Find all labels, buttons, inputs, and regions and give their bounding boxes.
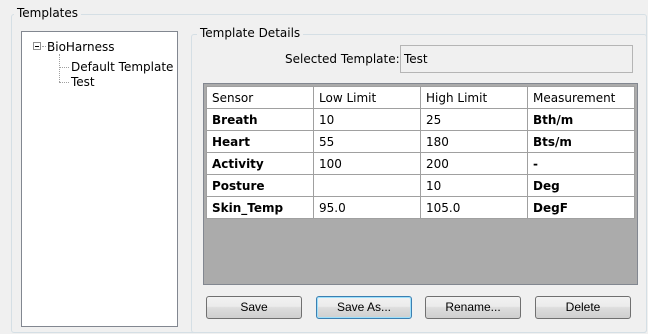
column-header-sensor[interactable]: Sensor bbox=[206, 86, 314, 109]
tree-connector bbox=[59, 67, 69, 68]
low-limit-cell[interactable]: 10 bbox=[313, 108, 421, 131]
column-header-low-limit[interactable]: Low Limit bbox=[313, 86, 421, 109]
measurement-cell[interactable]: DegF bbox=[527, 196, 635, 219]
tree-item-bioharness[interactable]: BioHarness bbox=[47, 40, 115, 54]
tree-connector bbox=[42, 46, 46, 47]
table-row[interactable]: Heart 55 180 Bts/m bbox=[206, 130, 635, 153]
table-header-row: Sensor Low Limit High Limit Measurement bbox=[206, 86, 635, 109]
selected-template-field[interactable]: Test bbox=[400, 45, 633, 73]
low-limit-cell[interactable]: 100 bbox=[313, 152, 421, 175]
low-limit-cell[interactable]: 95.0 bbox=[313, 196, 421, 219]
template-details-group-title: Template Details bbox=[197, 26, 304, 40]
tree-item-default-template[interactable]: Default Template bbox=[71, 60, 173, 74]
high-limit-cell[interactable]: 105.0 bbox=[420, 196, 528, 219]
table-row[interactable]: Activity 100 200 - bbox=[206, 152, 635, 175]
high-limit-cell[interactable]: 180 bbox=[420, 130, 528, 153]
rename-button[interactable]: Rename... bbox=[425, 296, 521, 319]
high-limit-cell[interactable]: 10 bbox=[420, 174, 528, 197]
high-limit-cell[interactable]: 25 bbox=[420, 108, 528, 131]
sensor-cell[interactable]: Skin_Temp bbox=[206, 196, 314, 219]
low-limit-cell[interactable] bbox=[313, 174, 421, 197]
column-header-high-limit[interactable]: High Limit bbox=[420, 86, 528, 109]
save-as-button[interactable]: Save As... bbox=[316, 296, 412, 319]
collapse-icon[interactable] bbox=[33, 42, 41, 50]
sensor-cell[interactable]: Breath bbox=[206, 108, 314, 131]
tree-connector bbox=[59, 54, 60, 82]
table-row[interactable]: Breath 10 25 Bth/m bbox=[206, 108, 635, 131]
measurement-cell[interactable]: Deg bbox=[527, 174, 635, 197]
low-limit-cell[interactable]: 55 bbox=[313, 130, 421, 153]
sensor-limits-table: Sensor Low Limit High Limit Measurement … bbox=[206, 86, 635, 219]
column-header-measurement[interactable]: Measurement bbox=[527, 86, 635, 109]
templates-group-title: Templates bbox=[14, 6, 82, 20]
sensor-cell[interactable]: Heart bbox=[206, 130, 314, 153]
tree-connector bbox=[59, 82, 69, 83]
measurement-cell[interactable]: Bth/m bbox=[527, 108, 635, 131]
sensor-cell[interactable]: Posture bbox=[206, 174, 314, 197]
sensor-cell[interactable]: Activity bbox=[206, 152, 314, 175]
delete-button[interactable]: Delete bbox=[535, 296, 631, 319]
template-tree[interactable]: BioHarness Default Template Test bbox=[21, 31, 178, 327]
table-row[interactable]: Posture 10 Deg bbox=[206, 174, 635, 197]
measurement-cell[interactable]: - bbox=[527, 152, 635, 175]
measurement-cell[interactable]: Bts/m bbox=[527, 130, 635, 153]
sensor-limits-grid[interactable]: Sensor Low Limit High Limit Measurement … bbox=[203, 83, 638, 285]
high-limit-cell[interactable]: 200 bbox=[420, 152, 528, 175]
table-row[interactable]: Skin_Temp 95.0 105.0 DegF bbox=[206, 196, 635, 219]
selected-template-label: Selected Template: bbox=[285, 52, 400, 66]
tree-item-test[interactable]: Test bbox=[71, 75, 95, 89]
save-button[interactable]: Save bbox=[206, 296, 302, 319]
